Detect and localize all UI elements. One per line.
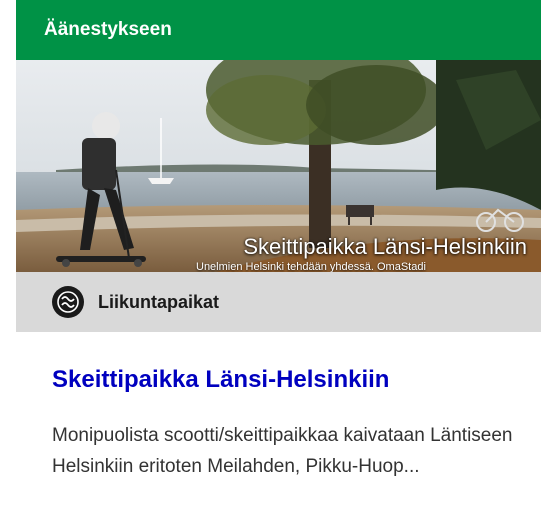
proposal-card[interactable]: Äänestykseen Skeittipaikka Länsi-Helsink… [16,0,541,515]
image-subcaption: Unelmien Helsinki tehdään yhdessä. OmaSt… [196,261,426,272]
status-label-voting[interactable]: Äänestykseen [16,0,541,60]
image-caption: Skeittipaikka Länsi-Helsinkiin [243,234,527,259]
category-bar: Liikuntapaikat [16,272,541,332]
category-label: Liikuntapaikat [98,291,220,312]
proposal-description: Monipuolista scootti/skeittipaikkaa kaiv… [52,425,513,477]
proposal-title-link[interactable]: Skeittipaikka Länsi-Helsinkiin [52,366,389,394]
proposal-image[interactable]: Skeittipaikka Länsi-Helsinkiin Unelmien … [16,60,541,272]
sports-category-icon [52,286,84,318]
